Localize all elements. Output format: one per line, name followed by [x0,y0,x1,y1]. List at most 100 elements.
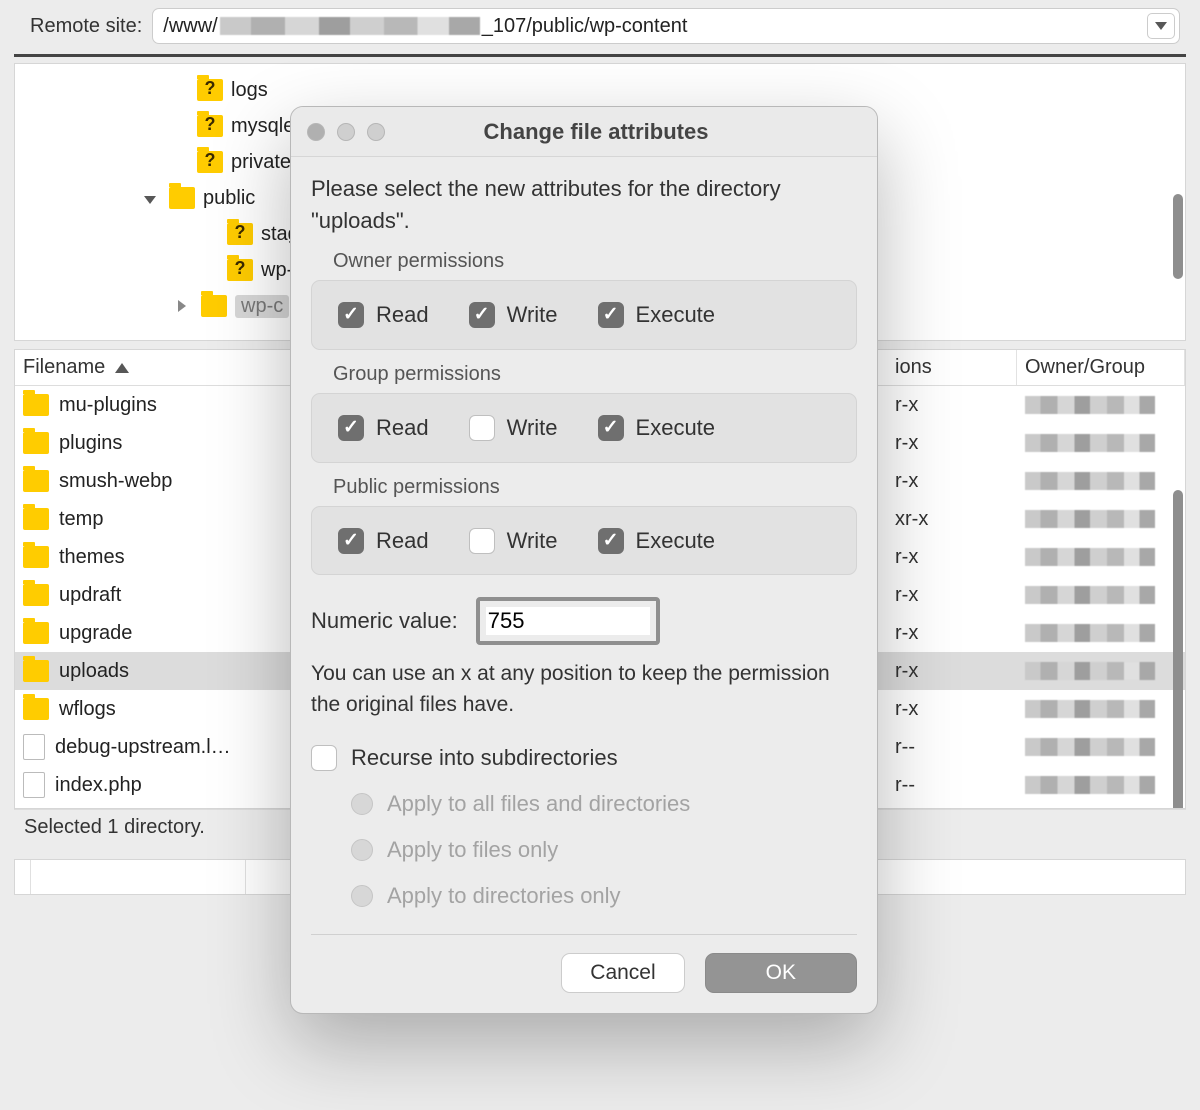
group-execute-checkbox-row: Execute [598,412,716,444]
file-permissions: r-x [887,660,1017,683]
owner-group-redacted [1025,776,1155,794]
list-scrollbar[interactable] [1173,490,1183,809]
radio-icon [351,885,373,907]
ok-button[interactable]: OK [705,953,857,993]
file-name: upgrade [59,622,132,645]
file-permissions: r-x [887,622,1017,645]
public-execute-checkbox[interactable] [598,528,624,554]
owner-execute-label: Execute [636,299,716,331]
file-name: updraft [59,584,121,607]
owner-read-checkbox-row: Read [338,299,429,331]
file-name: themes [59,546,125,569]
group-read-checkbox-row: Read [338,412,429,444]
dialog-intro-text: Please select the new attributes for the… [311,173,857,237]
file-name: wflogs [59,698,116,721]
file-permissions: r-x [887,394,1017,417]
folder-question-icon [197,115,223,137]
remote-path-combobox[interactable]: /www/ _107/public/wp-content [152,8,1180,44]
file-icon [23,734,45,760]
group-write-label: Write [507,412,558,444]
file-permissions: r-x [887,470,1017,493]
owner-read-checkbox[interactable] [338,302,364,328]
public-write-checkbox[interactable] [469,528,495,554]
remote-path-dropdown-button[interactable] [1147,13,1175,39]
numeric-value-input[interactable] [486,607,650,635]
file-name: plugins [59,432,122,455]
owner-execute-checkbox-row: Execute [598,299,716,331]
folder-icon [169,187,195,209]
sort-ascending-icon [115,363,129,373]
folder-question-icon [227,223,253,245]
file-name: temp [59,508,103,531]
chevron-down-icon [1155,22,1167,30]
folder-icon [23,622,49,644]
group-read-label: Read [376,412,429,444]
group-execute-label: Execute [636,412,716,444]
chevron-down-icon [139,187,161,210]
folder-icon [23,698,49,720]
group-write-checkbox[interactable] [469,415,495,441]
remote-path-redacted [220,17,480,35]
group-read-checkbox[interactable] [338,415,364,441]
tree-scrollbar[interactable] [1173,194,1183,279]
file-name: uploads [59,660,129,683]
public-write-checkbox-row: Write [469,525,558,557]
file-permissions: r-- [887,774,1017,797]
owner-group-redacted [1025,624,1155,642]
recurse-radio-0: Apply to all files and directories [351,788,857,820]
tree-item-label: private [231,151,291,174]
change-file-attributes-dialog: Change file attributes Please select the… [290,106,878,1014]
recurse-checkbox[interactable] [311,745,337,771]
folder-icon [23,470,49,492]
dialog-titlebar: Change file attributes [291,107,877,157]
window-close-button[interactable] [307,123,325,141]
owner-group-redacted [1025,700,1155,718]
file-icon [23,772,45,798]
folder-icon [23,660,49,682]
file-name: index.php [55,774,142,797]
recurse-checkbox-row: Recurse into subdirectories [311,742,857,774]
remote-path-prefix: /www/ [163,15,217,38]
remote-path-suffix: _107/public/wp-content [482,15,688,38]
radio-icon [351,793,373,815]
owner-group-redacted [1025,662,1155,680]
file-permissions: r-x [887,432,1017,455]
folder-question-icon [197,79,223,101]
public-read-checkbox[interactable] [338,528,364,554]
file-name: mu-plugins [59,394,157,417]
owner-group-redacted [1025,586,1155,604]
column-header-owner-group[interactable]: Owner/Group [1017,350,1185,385]
public-execute-checkbox-row: Execute [598,525,716,557]
tree-item[interactable]: logs [25,72,1175,108]
recurse-label: Recurse into subdirectories [351,742,618,774]
cancel-button[interactable]: Cancel [561,953,684,993]
owner-write-label: Write [507,299,558,331]
chevron-right-icon [171,295,193,318]
folder-icon [23,546,49,568]
owner-execute-checkbox[interactable] [598,302,624,328]
owner-group-redacted [1025,396,1155,414]
folder-icon [23,432,49,454]
tree-item-label: wp-c [235,295,289,318]
tree-item-label: logs [231,79,268,102]
file-permissions: r-x [887,584,1017,607]
file-name: smush-webp [59,470,172,493]
folder-question-icon [197,151,223,173]
public-execute-label: Execute [636,525,716,557]
owner-write-checkbox[interactable] [469,302,495,328]
tree-item-label: public [203,187,255,210]
file-permissions: r-x [887,546,1017,569]
public-permissions-label: Public permissions [333,473,857,502]
group-write-checkbox-row: Write [469,412,558,444]
owner-group-redacted [1025,738,1155,756]
owner-group-redacted [1025,434,1155,452]
owner-group-redacted [1025,548,1155,566]
public-read-label: Read [376,525,429,557]
folder-question-icon [227,259,253,281]
file-permissions: r-- [887,736,1017,759]
remote-site-bar: Remote site: /www/ _107/public/wp-conten… [0,0,1200,54]
owner-read-label: Read [376,299,429,331]
group-execute-checkbox[interactable] [598,415,624,441]
column-header-permissions[interactable]: ions [887,350,1017,385]
remote-site-label: Remote site: [30,15,142,38]
